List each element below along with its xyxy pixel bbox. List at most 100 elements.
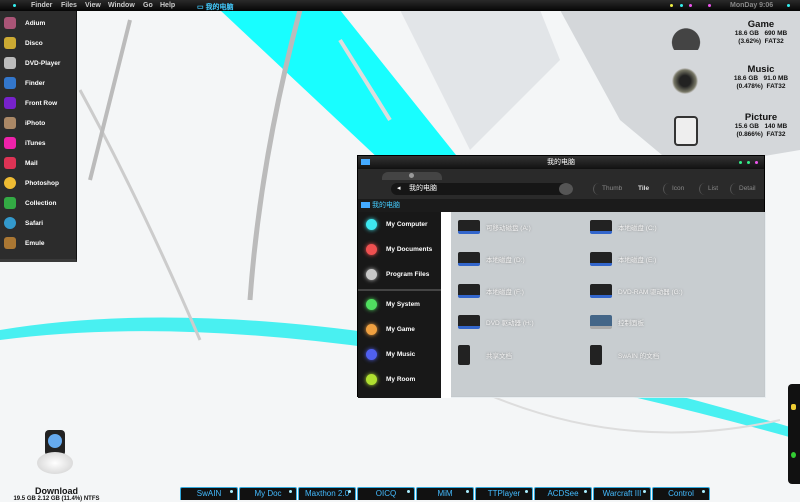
taskbar: SwAIN My Doc Maxthon 2.0 OICQ MiM TTPlay… — [180, 487, 711, 500]
sidebar-item-my-documents[interactable]: My Documents — [366, 244, 432, 255]
sidebar-item-my-computer[interactable]: My Computer — [366, 219, 428, 230]
taskbar-control[interactable]: Control — [652, 487, 710, 500]
view-tile-button[interactable]: Tile — [630, 183, 657, 195]
dock-item-photoshop[interactable]: Photoshop — [4, 175, 59, 191]
taskbar-mim[interactable]: MiM — [416, 487, 474, 500]
file-item[interactable]: DVD-RAM 驱动器 (G:) — [590, 284, 683, 298]
file-item[interactable]: 控制面板 — [590, 315, 644, 329]
dock-item-front-row[interactable]: Front Row — [4, 95, 57, 111]
minimize-button[interactable] — [739, 161, 742, 164]
dock-label: Adium — [25, 19, 46, 27]
orb-icon — [366, 324, 377, 335]
taskbar-acdsee[interactable]: ACDSee — [534, 487, 592, 500]
view-thumb-button[interactable]: Thumb — [593, 183, 630, 195]
status-icon[interactable] — [791, 452, 796, 458]
orb-icon — [366, 349, 377, 360]
lock-icon[interactable] — [791, 404, 796, 410]
documents-folder-icon — [590, 345, 602, 365]
maximize-button[interactable] — [747, 161, 750, 164]
explorer-window: 我的电脑 ◂ 我的电脑 Thumb Tile Icon List Detail 我… — [357, 155, 766, 398]
menu-view[interactable]: View — [85, 2, 101, 9]
dock-item-collection[interactable]: Collection — [4, 195, 56, 211]
file-item[interactable]: 本地磁盘 (E:) — [590, 252, 656, 266]
taskbar-my-doc[interactable]: My Doc — [239, 487, 297, 500]
view-icon-button[interactable]: Icon — [663, 183, 692, 195]
download-drive-icon — [36, 430, 77, 474]
apple-dot-icon[interactable] — [13, 4, 16, 7]
dock-item-adium[interactable]: Adium — [4, 15, 45, 31]
taskbar-oicq[interactable]: OICQ — [357, 487, 415, 500]
file-item[interactable]: 本地磁盘 (F:) — [458, 284, 524, 298]
active-window-label: 我的电脑 — [205, 4, 234, 11]
file-item[interactable]: SwAIN 的文档 — [590, 345, 659, 365]
dock-item-itunes[interactable]: iTunes — [4, 135, 45, 151]
disco-icon — [4, 37, 16, 49]
dock-item-disco[interactable]: Disco — [4, 35, 43, 51]
dock-item-iphoto[interactable]: iPhoto — [4, 115, 45, 131]
dock-item-safari[interactable]: Safari — [4, 215, 43, 231]
scrollbar[interactable] — [441, 212, 451, 398]
removable-disk-icon — [458, 220, 480, 234]
file-label: 本地磁盘 (E:) — [618, 257, 657, 264]
go-button[interactable] — [559, 183, 573, 195]
sidebar-label: Program Files — [386, 271, 430, 278]
zoom-slider[interactable] — [382, 172, 442, 180]
dock-label: Front Row — [25, 99, 58, 107]
menu-window[interactable]: Window — [108, 2, 135, 9]
sidebar-label: My Game — [386, 326, 415, 333]
slider-thumb[interactable] — [409, 173, 414, 178]
taskbar-ttplayer[interactable]: TTPlayer — [475, 487, 533, 500]
sidebar-item-my-room[interactable]: My Room — [366, 374, 415, 385]
window-titlebar[interactable]: 我的电脑 — [358, 156, 764, 169]
file-item[interactable]: 共享文档 — [458, 345, 512, 365]
taskbar-maxthon[interactable]: Maxthon 2.0 — [298, 487, 356, 500]
side-tray — [788, 384, 800, 484]
shared-folder-icon — [458, 345, 470, 365]
download-name: Download — [35, 486, 78, 496]
path-label: 我的电脑 — [372, 202, 400, 209]
file-item[interactable]: DVD 驱动器 (H:) — [458, 315, 534, 329]
sidebar-item-my-game[interactable]: My Game — [366, 324, 415, 335]
dock-label: iPhoto — [25, 119, 46, 127]
drive-used: 690 MB — [764, 30, 788, 37]
active-window-tab[interactable]: ▭ 我的电脑 — [197, 2, 234, 12]
address-bar[interactable]: ◂ 我的电脑 — [391, 183, 573, 195]
dvd-player-icon — [4, 57, 16, 69]
file-label: 共享文档 — [486, 353, 512, 360]
joystick-icon[interactable] — [670, 12, 702, 50]
dock-item-emule[interactable]: Emule — [4, 235, 45, 251]
view-detail-button[interactable]: Detail — [730, 183, 764, 195]
view-list-button[interactable]: List — [699, 183, 726, 195]
menu-help[interactable]: Help — [160, 2, 175, 9]
drive-used: 91.0 MB — [763, 75, 789, 82]
finder-icon — [4, 77, 16, 89]
dock-item-dvd-player[interactable]: DVD-Player — [4, 55, 60, 71]
safari-icon — [4, 217, 16, 229]
drive-widget-game: Game 18.6 GB 690 MB (3.62%) FAT32 — [726, 20, 796, 46]
menu-files[interactable]: Files — [61, 2, 77, 9]
file-item[interactable]: 本地磁盘 (C:) — [590, 220, 657, 234]
sidebar-item-my-music[interactable]: My Music — [366, 349, 415, 360]
file-item[interactable]: 可移动磁盘 (A:) — [458, 220, 531, 234]
drive-free: 18.6 GB — [733, 75, 759, 82]
dock-item-finder[interactable]: Finder — [4, 75, 45, 91]
picture-drive-icon[interactable] — [674, 116, 698, 146]
sidebar-item-my-system[interactable]: My System — [366, 299, 420, 310]
taskbar-warcraft[interactable]: Warcraft III — [593, 487, 651, 500]
dock-item-mail[interactable]: Mail — [4, 155, 38, 171]
taskbar-swain[interactable]: SwAIN — [180, 487, 238, 500]
dock-label: Finder — [25, 79, 45, 87]
drive-fs: FAT32 — [766, 83, 786, 90]
menu-finder[interactable]: Finder — [31, 2, 52, 9]
itunes-icon — [4, 137, 16, 149]
file-item[interactable]: 本地磁盘 (D:) — [458, 252, 525, 266]
download-drive-widget[interactable]: Download 19.5 GB 2.12 GB (11.4%) NTFS — [4, 430, 109, 502]
close-button[interactable] — [755, 161, 758, 164]
file-label: 本地磁盘 (D:) — [486, 257, 525, 264]
back-arrow-icon[interactable]: ◂ — [397, 183, 401, 195]
hard-disk-icon — [590, 220, 612, 234]
menu-go[interactable]: Go — [143, 2, 153, 9]
speaker-icon[interactable] — [672, 68, 698, 94]
orb-icon — [366, 374, 377, 385]
sidebar-item-program-files[interactable]: Program Files — [366, 269, 429, 280]
